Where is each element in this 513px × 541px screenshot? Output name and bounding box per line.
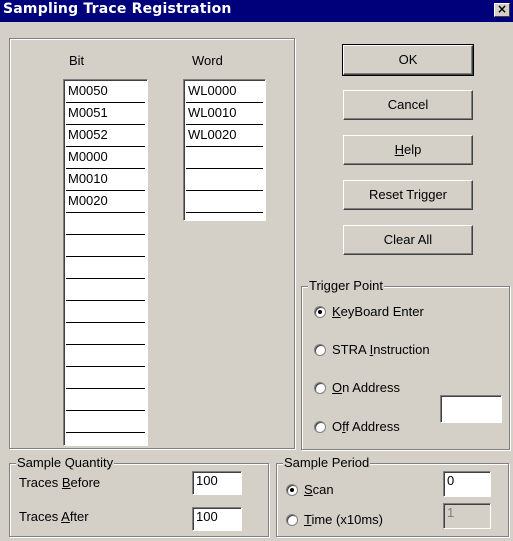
help-button[interactable]: Help: [343, 135, 473, 165]
traces-after-label: Traces After: [19, 509, 89, 524]
time-label: Time (x10ms): [304, 512, 383, 527]
close-button[interactable]: ×: [494, 3, 510, 17]
clear-all-button[interactable]: Clear All: [343, 225, 473, 255]
word-cell[interactable]: WL0010: [186, 103, 263, 125]
bit-cell[interactable]: M0010: [66, 169, 145, 191]
word-cell[interactable]: [186, 191, 263, 213]
scan-value-input[interactable]: 0: [443, 471, 491, 497]
radio-circle: [314, 344, 326, 356]
title-bar[interactable]: Sampling Trace Registration ×: [0, 0, 513, 22]
bit-cell[interactable]: [66, 279, 145, 301]
on-address-label: On Address: [332, 380, 400, 395]
bit-cell[interactable]: M0000: [66, 147, 145, 169]
radio-circle: [314, 382, 326, 394]
bit-cell[interactable]: [66, 323, 145, 345]
stra-instruction-label: STRA Instruction: [332, 342, 430, 357]
bit-cell[interactable]: [66, 411, 145, 433]
reset-trigger-button[interactable]: Reset Trigger: [343, 180, 473, 210]
trigger-point-label: Trigger Point: [308, 278, 384, 294]
scan-label: Scan: [304, 482, 334, 497]
bit-cell[interactable]: [66, 367, 145, 389]
radio-circle: [286, 484, 298, 496]
time-value-input[interactable]: 1: [443, 503, 491, 529]
bit-cell[interactable]: M0051: [66, 103, 145, 125]
close-icon: ×: [496, 2, 508, 16]
trigger-address-input[interactable]: [440, 395, 502, 423]
ok-label: OK: [398, 52, 418, 67]
radio-selected-dot: [318, 310, 322, 314]
help-label: elp: [404, 142, 422, 157]
word-cell[interactable]: [186, 169, 263, 191]
cancel-label: Cancel: [387, 97, 429, 112]
bit-list[interactable]: M0050 M0051 M0052 M0000 M0010 M0020: [63, 79, 148, 446]
window-title: Sampling Trace Registration: [3, 1, 232, 17]
bit-cell[interactable]: [66, 257, 145, 279]
ok-button[interactable]: OK: [342, 44, 474, 76]
bit-column-header: Bit: [69, 53, 85, 68]
traces-before-input[interactable]: 100: [192, 471, 242, 495]
radio-selected-dot: [290, 488, 294, 492]
sample-quantity-label: Sample Quantity: [16, 455, 115, 471]
bit-cell[interactable]: M0020: [66, 191, 145, 213]
traces-after-input[interactable]: 100: [192, 507, 242, 531]
word-cell[interactable]: WL0000: [186, 81, 263, 103]
bit-cell[interactable]: [66, 301, 145, 323]
bit-cell[interactable]: [66, 235, 145, 257]
bit-cell[interactable]: M0050: [66, 81, 145, 103]
radio-circle: [314, 421, 326, 433]
clear-all-label: Clear All: [383, 232, 433, 247]
traces-before-label: Traces Before: [19, 475, 101, 490]
help-mnemonic: H: [394, 142, 405, 157]
bit-cell[interactable]: [66, 389, 145, 411]
bit-cell[interactable]: M0052: [66, 125, 145, 147]
bit-cell[interactable]: [66, 345, 145, 367]
reset-trigger-label: Reset Trigger: [368, 187, 448, 202]
word-column-header: Word: [192, 53, 223, 68]
word-cell[interactable]: [186, 147, 263, 169]
word-list[interactable]: WL0000 WL0010 WL0020: [183, 79, 266, 221]
radio-circle: [286, 514, 298, 526]
keyboard-enter-label: KeyBoard Enter: [332, 304, 424, 319]
word-cell[interactable]: WL0020: [186, 125, 263, 147]
sampling-trace-dialog: Sampling Trace Registration × Bit Word M…: [0, 0, 513, 541]
cancel-button[interactable]: Cancel: [343, 90, 473, 120]
bit-cell[interactable]: [66, 213, 145, 235]
radio-circle: [314, 306, 326, 318]
sample-period-label: Sample Period: [283, 455, 371, 471]
off-address-label: Off Address: [332, 419, 400, 434]
